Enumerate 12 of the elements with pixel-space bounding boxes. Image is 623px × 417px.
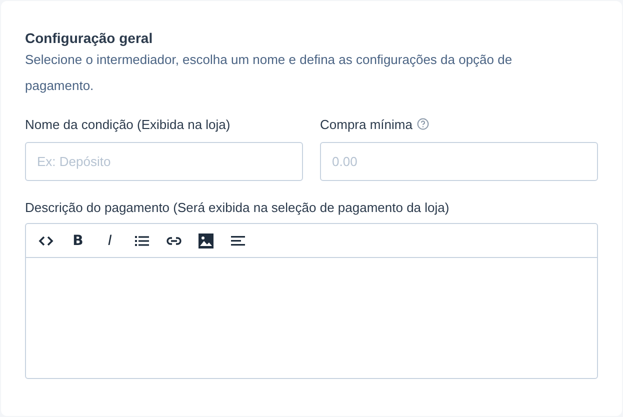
field-label: Nome da condição (Exibida na loja) [25,116,230,132]
text-field[interactable]: Ex: Depósito [25,142,303,181]
bold-button[interactable]: B [70,232,86,248]
section-description: Selecione o intermediador, escolha um nome e defina as configurações da opção de pagamento. [25,51,514,95]
help-icon[interactable] [417,118,430,130]
field-label: Descrição do pagamento (Será exibida na seleção de pagamento da loja) [25,200,450,215]
text-editor[interactable]: B I [25,223,598,379]
section-title: Configuração geral [25,30,154,46]
italic-button[interactable]: I [102,232,118,248]
text-field[interactable]: 0.00 [320,142,598,181]
field-label: Compra mínima [320,116,412,132]
image-icon[interactable] [198,232,214,248]
